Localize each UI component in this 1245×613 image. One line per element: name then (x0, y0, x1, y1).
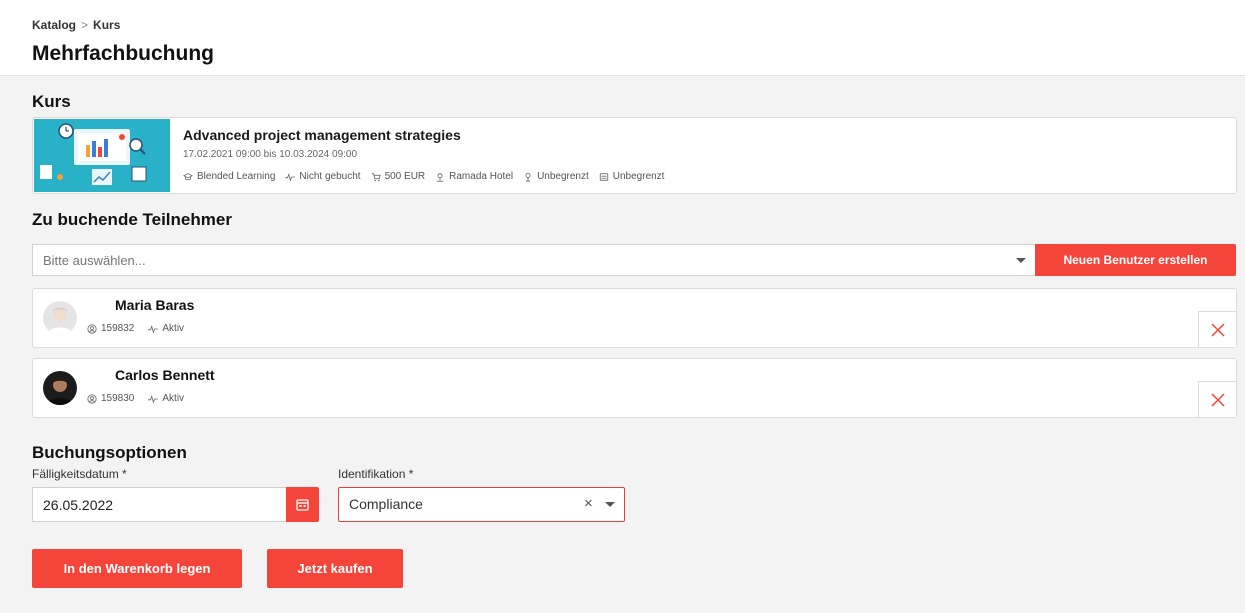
calendar-icon (296, 499, 309, 511)
breadcrumb-separator: > (81, 18, 89, 32)
meta-capacity-label: Unbegrenzt (612, 171, 665, 182)
user-circle-icon (87, 323, 97, 334)
course-thumbnail (34, 119, 170, 192)
new-user-button[interactable]: Neuen Benutzer erstellen (1035, 244, 1236, 276)
page-title: Mehrfachbuchung (32, 42, 214, 65)
identification-select[interactable]: Compliance × (338, 487, 625, 522)
meta-type-label: Blended Learning (197, 171, 276, 182)
activity-icon (285, 172, 296, 182)
location-pin-icon (436, 172, 444, 182)
meta-location: Ramada Hotel (435, 171, 513, 182)
chevron-down-icon[interactable] (1016, 258, 1026, 263)
course-card: Advanced project management strategies 1… (32, 117, 1237, 194)
participant-meta: 159830 Aktiv (87, 393, 184, 404)
participant-id-label: 159830 (101, 393, 135, 404)
participant-meta: 159832 Aktiv (87, 323, 184, 334)
user-circle-icon (87, 393, 97, 404)
meta-type: Blended Learning (183, 171, 275, 182)
meta-location-label: Ramada Hotel (449, 171, 514, 182)
breadcrumb-item-course[interactable]: Kurs (93, 18, 120, 32)
participant-select-placeholder: Bitte auswählen... (43, 253, 146, 268)
meta-seats-label: Unbegrenzt (537, 171, 589, 182)
cart-icon (371, 172, 381, 181)
activity-icon (148, 324, 159, 334)
participant-id-label: 159832 (101, 323, 135, 334)
meta-price: 500 EUR (371, 171, 426, 182)
remove-participant-button[interactable] (1198, 311, 1236, 347)
participants-section-heading: Zu buchende Teilnehmer (32, 210, 232, 229)
remove-participant-button[interactable] (1198, 381, 1236, 417)
meta-seats: Unbegrenzt (523, 171, 589, 182)
close-icon (1210, 322, 1225, 337)
clear-icon[interactable]: × (584, 495, 593, 512)
participant-status-label: Aktiv (162, 393, 185, 404)
meta-price-label: 500 EUR (384, 171, 426, 182)
participant-status-label: Aktiv (162, 323, 185, 334)
meta-capacity: Unbegrenzt (599, 171, 665, 182)
avatar (43, 301, 77, 335)
person-icon (525, 172, 531, 182)
participant-select[interactable]: Bitte auswählen... (32, 244, 1035, 276)
close-icon (1210, 392, 1225, 407)
due-date-input[interactable]: 26.05.2022 (32, 487, 286, 522)
date-picker-button[interactable] (286, 487, 319, 522)
participant-card: Carlos Bennett 159830 Aktiv (32, 358, 1237, 418)
page-header: Katalog > Kurs Mehrfachbuchung (0, 0, 1245, 76)
course-section-heading: Kurs (32, 92, 71, 111)
due-date-label: Fälligkeitsdatum * (32, 467, 127, 481)
participant-status: Aktiv (148, 393, 184, 404)
participant-id: 159832 (87, 323, 134, 334)
participant-id: 159830 (87, 393, 134, 404)
course-meta: Blended Learning Nicht gebucht 500 EUR R… (183, 171, 664, 182)
graduation-cap-icon (183, 172, 193, 180)
activity-icon (148, 394, 159, 404)
course-dates: 17.02.2021 09:00 bis 10.03.2024 09:00 (183, 149, 358, 160)
avatar (43, 371, 77, 405)
identification-value: Compliance (349, 496, 423, 512)
participant-status: Aktiv (148, 323, 184, 334)
participant-name: Maria Baras (115, 297, 195, 313)
participant-card: Maria Baras 159832 Aktiv (32, 288, 1237, 348)
booking-options-heading: Buchungsoptionen (32, 443, 187, 462)
chevron-down-icon[interactable] (605, 502, 615, 507)
buy-now-button[interactable]: Jetzt kaufen (267, 549, 403, 588)
participant-name: Carlos Bennett (115, 367, 215, 383)
breadcrumb-item-catalog[interactable]: Katalog (32, 18, 76, 32)
course-title[interactable]: Advanced project management strategies (183, 127, 461, 143)
breadcrumb: Katalog > Kurs (32, 18, 120, 32)
group-icon (599, 172, 608, 181)
identification-label: Identifikation * (338, 467, 414, 481)
meta-status: Nicht gebucht (285, 171, 361, 182)
meta-status-label: Nicht gebucht (299, 171, 361, 182)
add-to-cart-button[interactable]: In den Warenkorb legen (32, 549, 242, 588)
